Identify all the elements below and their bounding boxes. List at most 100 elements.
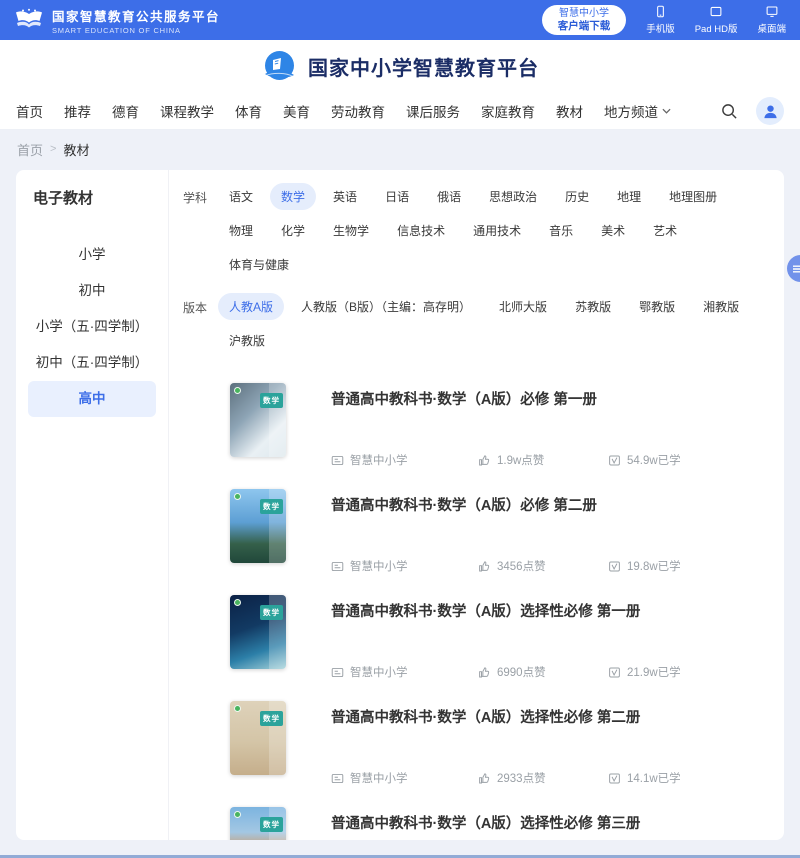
version-chip-hubei[interactable]: 鄂教版 xyxy=(628,293,686,320)
book-provider: 智慧中小学 xyxy=(350,452,408,468)
cover-logo-dot xyxy=(234,705,241,712)
book-learned: 14.1w已学 xyxy=(627,770,681,786)
subject-chip-physics[interactable]: 物理 xyxy=(218,217,264,244)
version-filter-row: 版本 人教A版 人教版（B版）（主编：高存明） 北师大版 苏教版 鄂教版 湘教版… xyxy=(183,293,766,361)
client-download-button[interactable]: 智慧中小学 客户端下载 xyxy=(542,5,627,36)
phone-icon xyxy=(654,5,667,18)
platform-brand: 国家智慧教育公共服务平台 SMART EDUCATION OF CHINA xyxy=(14,6,220,35)
subject-chip-russian[interactable]: 俄语 xyxy=(426,183,472,210)
platform-logo-icon xyxy=(261,48,298,85)
book-cover-1: 数学 xyxy=(230,383,286,457)
nav-item-moral[interactable]: 德育 xyxy=(112,101,139,121)
subject-chip-chinese[interactable]: 语文 xyxy=(218,183,264,210)
search-icon[interactable] xyxy=(721,103,738,120)
nav-item-local-channel-label: 地方频道 xyxy=(604,101,658,121)
breadcrumb: 首页 > 教材 xyxy=(0,130,800,168)
subject-chip-arts[interactable]: 艺术 xyxy=(642,217,688,244)
book-title: 普通高中教科书·数学（A版）必修 第二册 xyxy=(331,494,766,515)
learned-icon xyxy=(608,772,621,785)
sidebar-item-junior[interactable]: 初中 xyxy=(28,273,156,309)
nav-item-pe[interactable]: 体育 xyxy=(235,101,262,121)
menu-lines-icon xyxy=(792,264,800,274)
book-row-3[interactable]: 数学 普通高中教科书·数学（A版）选择性必修 第一册 智慧中小学 xyxy=(183,585,766,691)
book-row-2[interactable]: 数学 普通高中教科书·数学（A版）必修 第二册 智慧中小学 xyxy=(183,479,766,585)
subject-chip-geography[interactable]: 地理 xyxy=(606,183,652,210)
book-title: 普通高中教科书·数学（A版）选择性必修 第一册 xyxy=(331,600,766,621)
sidebar-item-senior[interactable]: 高中 xyxy=(28,381,156,417)
subject-chip-politics[interactable]: 思想政治 xyxy=(478,183,548,210)
version-chip-pep-a[interactable]: 人教A版 xyxy=(218,293,284,320)
subject-chip-math[interactable]: 数学 xyxy=(270,183,316,210)
nav-item-local-channel[interactable]: 地方频道 xyxy=(604,101,671,121)
nav-item-textbook[interactable]: 教材 xyxy=(556,101,583,121)
breadcrumb-current: 教材 xyxy=(63,140,89,159)
main-panel: 学科 语文 数学 英语 日语 俄语 思想政治 历史 地理 地理图册 物理 化学 … xyxy=(169,170,784,840)
desktop-version-link[interactable]: 桌面端 xyxy=(757,5,786,35)
provider-icon xyxy=(331,666,344,679)
breadcrumb-home[interactable]: 首页 xyxy=(17,140,43,159)
book-learned: 19.8w已学 xyxy=(627,558,681,574)
cover-subject-label: 数学 xyxy=(260,499,283,514)
book-learned: 54.9w已学 xyxy=(627,452,681,468)
book-row-4[interactable]: 数学 普通高中教科书·数学（A版）选择性必修 第二册 智慧中小学 xyxy=(183,691,766,797)
nav-item-course[interactable]: 课程教学 xyxy=(160,101,214,121)
sidebar-item-junior-54[interactable]: 初中（五·四学制） xyxy=(28,345,156,381)
version-chip-pep-b[interactable]: 人教版（B版）（主编：高存明） xyxy=(290,293,482,320)
subject-chip-chemistry[interactable]: 化学 xyxy=(270,217,316,244)
nav-item-afterclass[interactable]: 课后服务 xyxy=(406,101,460,121)
book-title: 普通高中教科书·数学（A版）选择性必修 第三册 xyxy=(331,812,766,833)
book-row-5[interactable]: 数学 普通高中教科书·数学（A版）选择性必修 第三册 智慧中小学 xyxy=(183,797,766,840)
like-icon xyxy=(478,772,491,785)
book-provider: 智慧中小学 xyxy=(350,558,408,574)
sidebar-item-primary[interactable]: 小学 xyxy=(28,237,156,273)
book-cover-3: 数学 xyxy=(230,595,286,669)
book-cover-4: 数学 xyxy=(230,701,286,775)
subject-chip-history[interactable]: 历史 xyxy=(554,183,600,210)
user-avatar[interactable] xyxy=(756,97,784,125)
provider-icon xyxy=(331,772,344,785)
nav-item-labor[interactable]: 劳动教育 xyxy=(331,101,385,121)
provider-icon xyxy=(331,454,344,467)
book-provider: 智慧中小学 xyxy=(350,770,408,786)
mobile-version-label: 手机版 xyxy=(646,21,675,35)
cover-subject-label: 数学 xyxy=(260,605,283,620)
pad-hd-version-link[interactable]: Pad HD版 xyxy=(695,5,738,35)
learned-icon xyxy=(608,454,621,467)
subject-chip-biology[interactable]: 生物学 xyxy=(322,217,380,244)
subject-chip-art[interactable]: 美术 xyxy=(590,217,636,244)
sidebar-item-primary-54[interactable]: 小学（五·四学制） xyxy=(28,309,156,345)
version-chip-bnu[interactable]: 北师大版 xyxy=(488,293,558,320)
nav-item-recommend[interactable]: 推荐 xyxy=(64,101,91,121)
subject-chip-pe-health[interactable]: 体育与健康 xyxy=(218,251,300,278)
pad-hd-version-label: Pad HD版 xyxy=(695,21,738,35)
desktop-version-label: 桌面端 xyxy=(757,21,786,35)
subject-chip-japanese[interactable]: 日语 xyxy=(374,183,420,210)
version-chip-shanghai[interactable]: 沪教版 xyxy=(218,327,276,354)
book-title: 普通高中教科书·数学（A版）选择性必修 第二册 xyxy=(331,706,766,727)
sidebar-title: 电子教材 xyxy=(28,187,156,208)
cover-subject-label: 数学 xyxy=(260,817,283,832)
like-icon xyxy=(478,666,491,679)
nav-item-arts[interactable]: 美育 xyxy=(283,101,310,121)
book-list: 数学 普通高中教科书·数学（A版）必修 第一册 智慧中小学 xyxy=(183,373,766,840)
subject-chip-music[interactable]: 音乐 xyxy=(538,217,584,244)
book-title: 普通高中教科书·数学（A版）必修 第一册 xyxy=(331,388,766,409)
version-chip-hunan[interactable]: 湘教版 xyxy=(692,293,750,320)
top-bar: 国家智慧教育公共服务平台 SMART EDUCATION OF CHINA 智慧… xyxy=(0,0,800,40)
floating-menu-button[interactable] xyxy=(787,255,800,282)
subject-chip-english[interactable]: 英语 xyxy=(322,183,368,210)
version-chip-jiangsu[interactable]: 苏教版 xyxy=(564,293,622,320)
book-row-1[interactable]: 数学 普通高中教科书·数学（A版）必修 第一册 智慧中小学 xyxy=(183,373,766,479)
nav-item-home[interactable]: 首页 xyxy=(16,101,43,121)
site-title: 国家中小学智慧教育平台 xyxy=(308,52,539,81)
nav-item-family[interactable]: 家庭教育 xyxy=(481,101,535,121)
provider-icon xyxy=(331,560,344,573)
subject-chip-general-tech[interactable]: 通用技术 xyxy=(462,217,532,244)
subject-chip-it[interactable]: 信息技术 xyxy=(386,217,456,244)
subject-filter-label: 学科 xyxy=(183,183,207,212)
book-provider: 智慧中小学 xyxy=(350,664,408,680)
subject-chip-geo-atlas[interactable]: 地理图册 xyxy=(658,183,728,210)
like-icon xyxy=(478,560,491,573)
mobile-version-link[interactable]: 手机版 xyxy=(646,5,675,35)
site-header: 国家中小学智慧教育平台 xyxy=(0,40,800,93)
